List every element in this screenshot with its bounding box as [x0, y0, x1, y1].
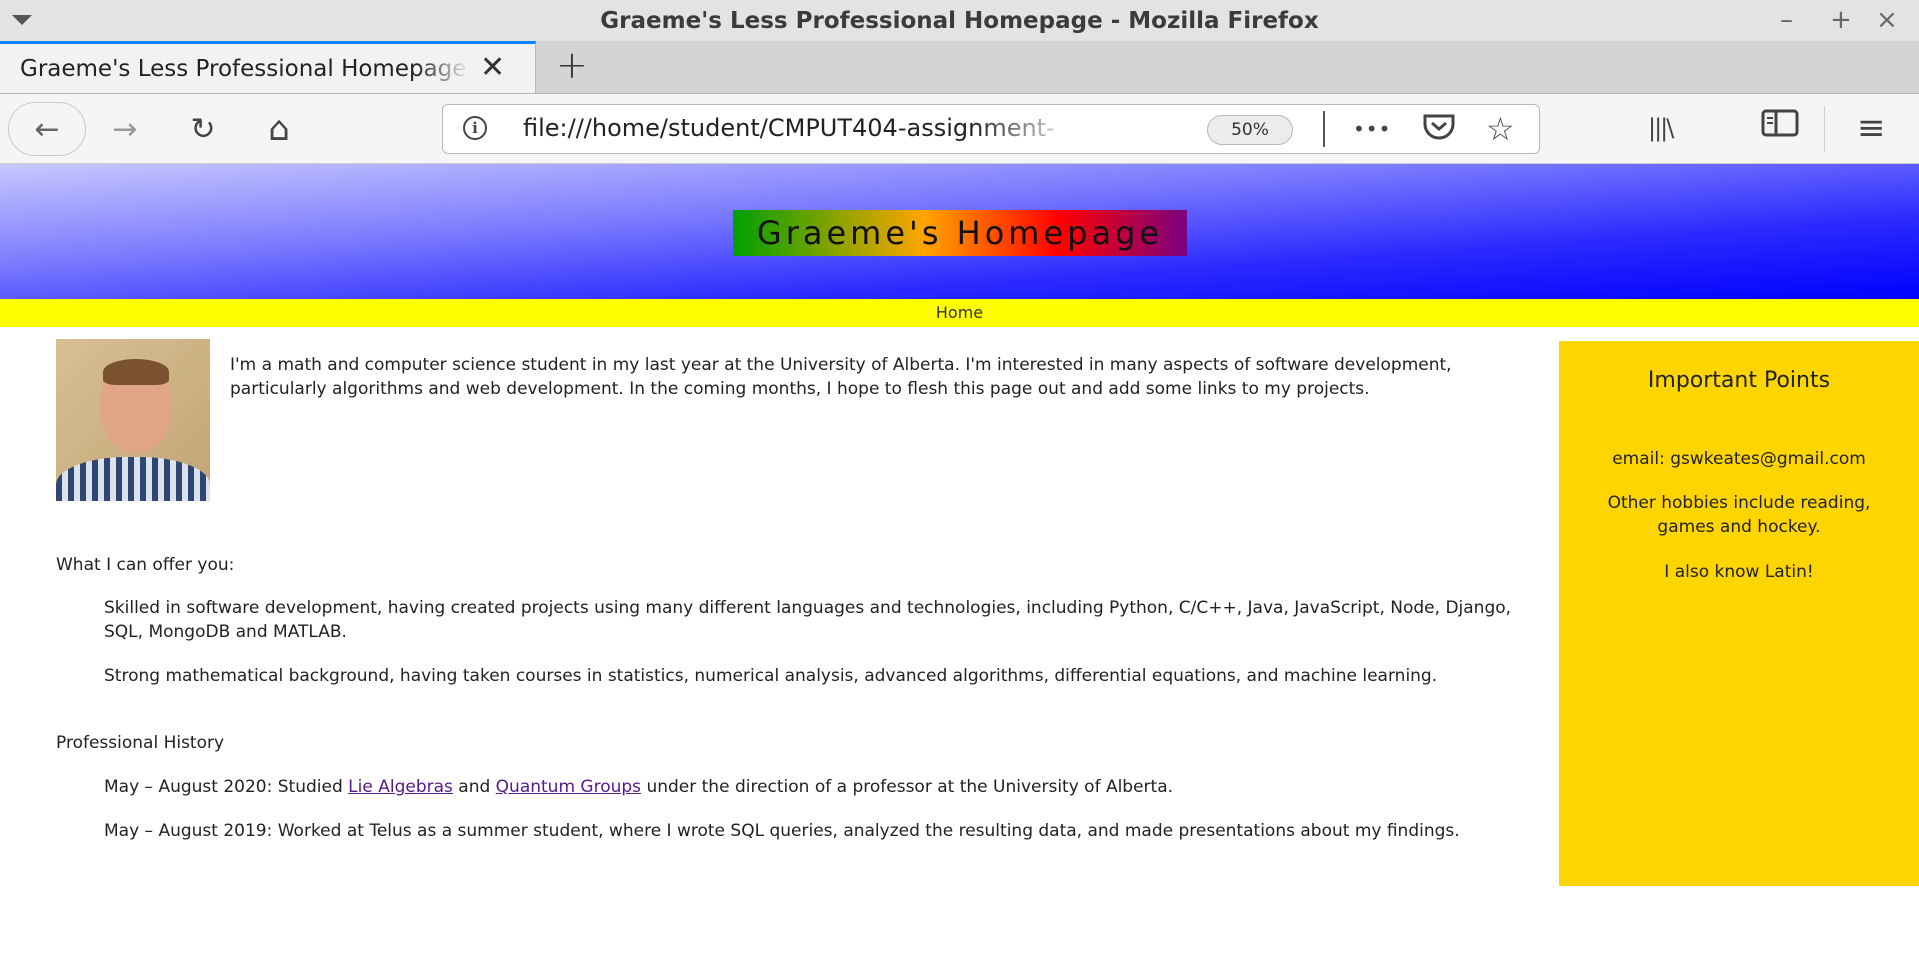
new-tab-button[interactable]: + [556, 43, 588, 87]
page-info-icon[interactable]: i [463, 116, 487, 140]
history-item-2020: May – August 2020: Studied Lie Algebras … [104, 775, 1514, 799]
hamburger-menu-icon[interactable]: ≡ [1857, 108, 1886, 148]
url-bar[interactable]: i file:///home/student/CMPUT404-assignme… [442, 104, 1540, 154]
page-actions-icon[interactable]: ••• [1353, 110, 1391, 148]
back-arrow-icon: ← [34, 111, 60, 147]
reload-button[interactable]: ↻ [180, 106, 226, 152]
reload-icon: ↻ [190, 111, 216, 147]
link-quantum-groups[interactable]: Quantum Groups [496, 777, 641, 797]
header-banner: Graeme's Homepage [0, 164, 1919, 299]
tab-strip: Graeme's Less Professional Homepage ✕ + [0, 41, 1919, 94]
sidebar-shape [1761, 109, 1799, 137]
site-nav: Home [0, 299, 1919, 327]
tab-close-icon[interactable]: ✕ [480, 50, 505, 85]
sidebar-hobbies: Other hobbies include reading, games and… [1607, 493, 1871, 537]
sidebar-latin: I also know Latin! [1664, 562, 1814, 582]
photo-shirt [56, 457, 210, 501]
bookmark-star-icon[interactable]: ☆ [1486, 110, 1515, 148]
forward-arrow-icon: → [112, 111, 138, 147]
offer-heading: What I can offer you: [56, 555, 235, 575]
sidebar-toggle-icon[interactable] [1761, 108, 1799, 148]
forward-button[interactable]: → [102, 106, 148, 152]
window-title: Graeme's Less Professional Homepage - Mo… [600, 7, 1319, 34]
minimize-button[interactable]: – [1780, 4, 1793, 36]
home-icon: ⌂ [268, 109, 290, 149]
history-item-2019: May – August 2019: Worked at Telus as a … [104, 821, 1460, 841]
maximize-button[interactable]: + [1830, 4, 1852, 36]
photo-hair [103, 359, 169, 385]
important-points-sidebar: Important Points email: gswkeates@gmail.… [1559, 341, 1919, 886]
page-content: Graeme's Homepage Home I'm a math and co… [0, 164, 1919, 973]
history-2020-mid: and [452, 777, 496, 797]
tab-title: Graeme's Less Professional Homepage [20, 56, 467, 82]
offer-item-math: Strong mathematical background, having t… [104, 666, 1438, 686]
profile-photo [56, 339, 210, 501]
back-button[interactable]: ← [8, 102, 86, 156]
home-button[interactable]: ⌂ [256, 106, 302, 152]
site-title: Graeme's Homepage [733, 210, 1187, 256]
window-titlebar: Graeme's Less Professional Homepage - Mo… [0, 0, 1919, 41]
sidebar-title: Important Points [1647, 368, 1831, 393]
intro-paragraph: I'm a math and computer science student … [230, 355, 1452, 399]
zoom-indicator[interactable]: 50% [1207, 115, 1293, 145]
nav-toolbar: ← → ↻ ⌂ i file:///home/student/CMPUT404-… [0, 94, 1919, 164]
url-text[interactable]: file:///home/student/CMPUT404-assignment… [523, 114, 1083, 142]
tab-homepage[interactable]: Graeme's Less Professional Homepage ✕ [0, 41, 536, 93]
link-lie-algebras[interactable]: Lie Algebras [348, 777, 453, 797]
pocket-shape [1423, 114, 1455, 140]
url-separator [1323, 111, 1325, 147]
sidebar-email: email: gswkeates@gmail.com [1612, 449, 1866, 469]
history-2020-prefix: May – August 2020: Studied [104, 777, 349, 797]
window-menu-icon[interactable] [12, 15, 32, 25]
history-2020-suffix: under the direction of a professor at th… [641, 777, 1174, 797]
nav-link-home[interactable]: Home [936, 303, 983, 322]
close-window-button[interactable]: × [1876, 4, 1898, 36]
toolbar-separator [1824, 106, 1825, 152]
pocket-icon[interactable] [1421, 110, 1457, 154]
offer-item-software: Skilled in software development, having … [104, 598, 1512, 642]
history-heading: Professional History [56, 733, 225, 753]
library-icon[interactable]: |||\ [1648, 108, 1674, 148]
